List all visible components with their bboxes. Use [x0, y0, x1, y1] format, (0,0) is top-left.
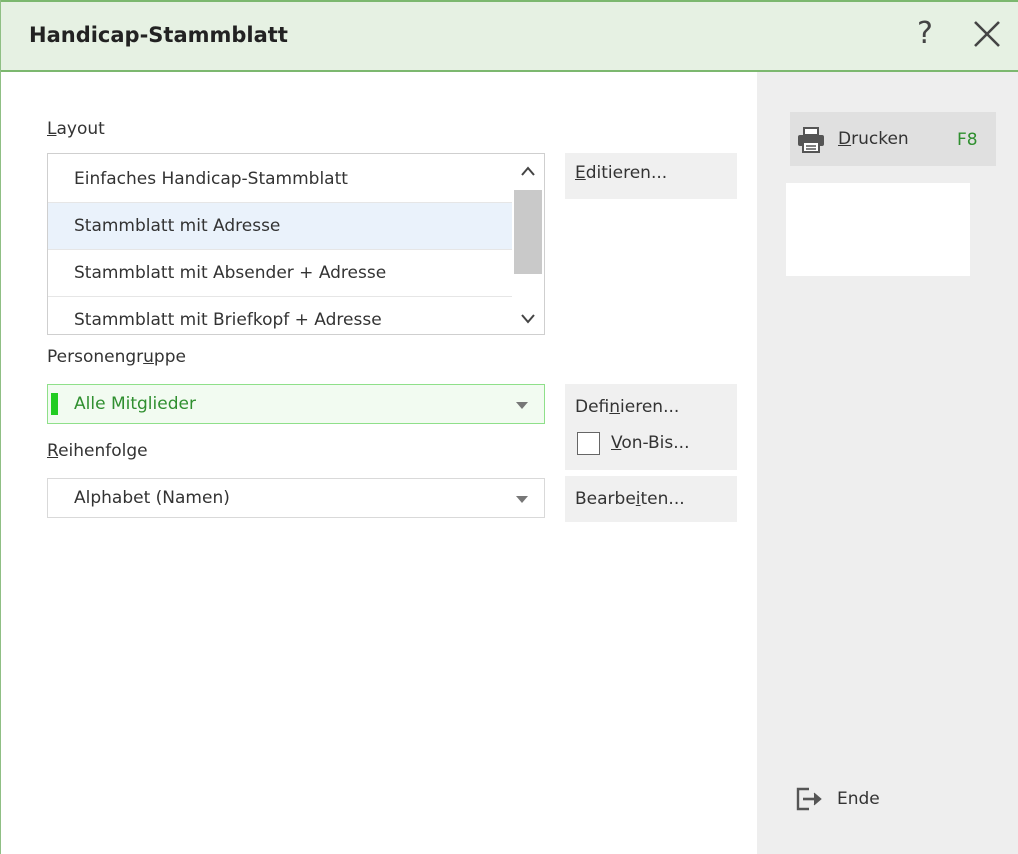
von-bis-label[interactable]: Von-Bis... — [611, 433, 689, 453]
personengruppe-select[interactable]: Alle Mitglieder — [47, 384, 545, 424]
preview-area — [786, 183, 970, 276]
end-button[interactable]: Ende — [795, 780, 905, 822]
dialog-window: Handicap-Stammblatt ? Layout Einfaches H… — [0, 0, 1018, 854]
end-label: Ende — [837, 789, 880, 809]
printer-icon — [796, 126, 826, 154]
scroll-thumb[interactable] — [514, 190, 542, 274]
edit-layout-button[interactable]: Editieren... — [565, 153, 737, 199]
von-bis-checkbox[interactable] — [577, 432, 600, 455]
reihenfolge-label: Reihenfolge — [47, 441, 148, 461]
title-bar: Handicap-Stammblatt ? — [1, 0, 1018, 72]
layout-scrollbar[interactable] — [512, 154, 544, 334]
dropdown-arrow-icon — [516, 402, 528, 409]
list-item[interactable]: Stammblatt mit Briefkopf + Adresse — [48, 297, 512, 334]
active-indicator — [51, 393, 58, 415]
scroll-up-button[interactable] — [512, 158, 544, 184]
window-title: Handicap-Stammblatt — [29, 23, 288, 47]
help-button[interactable]: ? — [905, 14, 945, 54]
close-button[interactable] — [965, 14, 1009, 54]
close-icon — [974, 21, 1000, 47]
personengruppe-value: Alle Mitglieder — [74, 394, 196, 414]
layout-listbox[interactable]: Einfaches Handicap-Stammblatt Stammblatt… — [47, 153, 545, 335]
define-group-button[interactable]: Definieren... — [565, 384, 737, 470]
layout-label: Layout — [47, 119, 105, 139]
print-label: Drucken — [838, 129, 909, 149]
personengruppe-label: Personengruppe — [47, 347, 186, 367]
exit-icon — [795, 786, 827, 812]
reihenfolge-value: Alphabet (Namen) — [74, 488, 230, 508]
edit-order-button[interactable]: Bearbeiten... — [565, 476, 737, 522]
print-shortcut: F8 — [957, 130, 978, 150]
scroll-down-button[interactable] — [512, 306, 544, 332]
print-button[interactable]: Drucken F8 — [790, 112, 996, 166]
dropdown-arrow-icon — [516, 496, 528, 503]
chevron-up-icon — [521, 166, 535, 176]
reihenfolge-select[interactable]: Alphabet (Namen) — [47, 478, 545, 518]
list-item[interactable]: Stammblatt mit Adresse — [48, 203, 512, 250]
list-item[interactable]: Stammblatt mit Absender + Adresse — [48, 250, 512, 297]
list-item[interactable]: Einfaches Handicap-Stammblatt — [48, 156, 512, 203]
chevron-down-icon — [521, 314, 535, 324]
